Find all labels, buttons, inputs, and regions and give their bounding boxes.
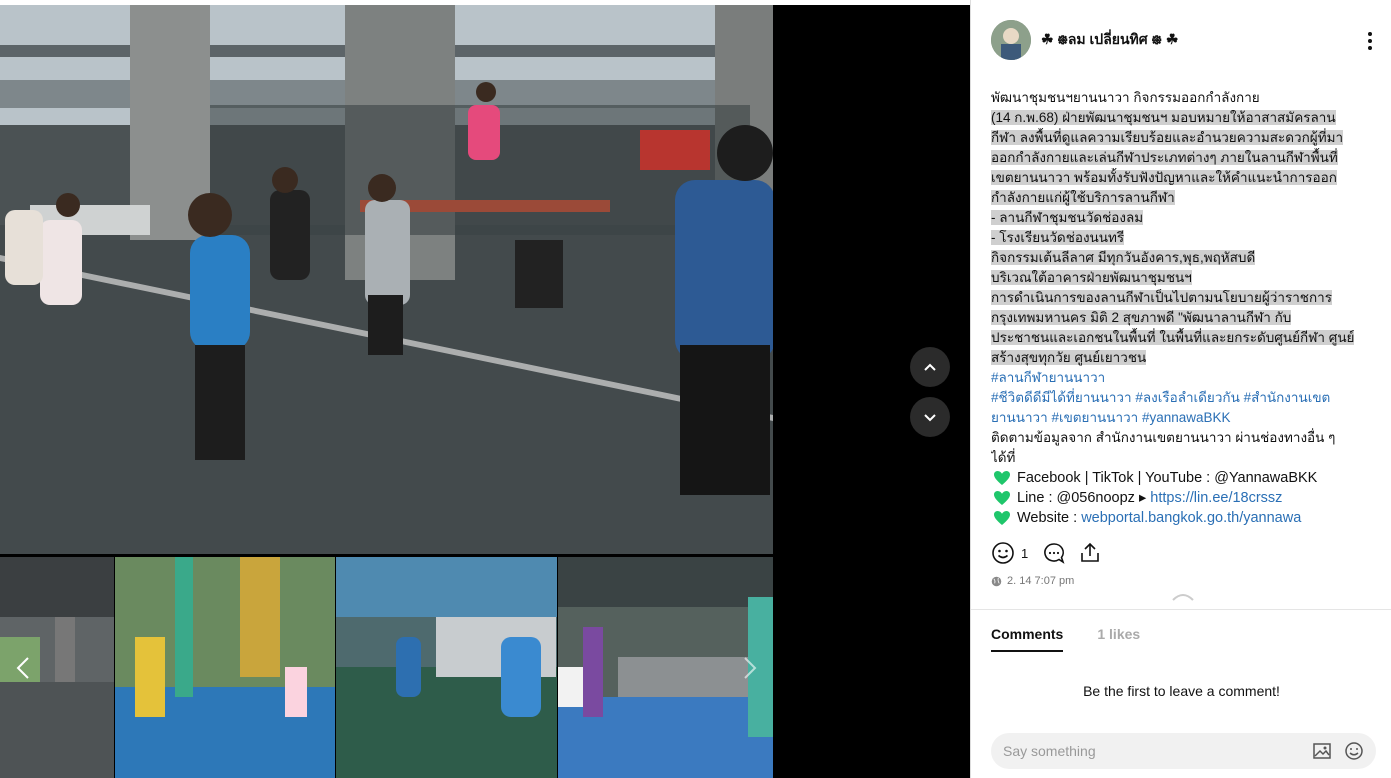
post-line-text: กิจกรรมเต้นลีลาศ มีทุกวันอังคาร,พุธ,พฤหั… — [991, 250, 1256, 265]
comment-tabs: Comments 1 likes — [991, 626, 1174, 652]
chevron-down-icon — [924, 414, 936, 422]
smiley-icon[interactable] — [991, 541, 1015, 565]
green-heart-icon — [994, 491, 1010, 505]
post-line: ออกกำลังกายและเล่นกีฬาประเภทต่างๆ ภายในล… — [991, 148, 1381, 168]
chevron-left-icon — [16, 657, 29, 679]
tab-likes[interactable]: 1 likes — [1097, 626, 1140, 652]
channel-label: Line : @056noopz ▸ — [1017, 490, 1151, 506]
post-line-text: ออกกำลังกายและเล่นกีฬาประเภทต่างๆ ภายในล… — [991, 150, 1338, 165]
collapse-icon[interactable] — [1171, 590, 1195, 602]
post-line: - โรงเรียนวัดช่องนนทรี — [991, 228, 1381, 248]
empty-comments-text: Be the first to leave a comment! — [1083, 683, 1280, 699]
post-line: - ลานกีฬาชุมชนวัดช่องลม — [991, 208, 1381, 228]
main-photo[interactable] — [0, 5, 773, 554]
post-line: (14 ก.พ.68) ฝ่ายพัฒนาชุมชนฯ มอบหมายให้อา… — [991, 108, 1381, 128]
post-timestamp: 2. 14 7:07 pm — [1007, 575, 1075, 587]
post-line-text: กำลังกายแก่ผู้ใช้บริการลานกีฬา — [991, 190, 1175, 205]
thumbnail-2[interactable] — [115, 557, 335, 778]
emoji-icon[interactable] — [1344, 741, 1364, 761]
channel-label: Facebook | TikTok | YouTube : @YannawaBK… — [1017, 470, 1318, 486]
hashtags: #ลานกีฬายานนาวา #ชีวิตดีดีมีได้ที่ยานนาวา… — [991, 368, 1381, 428]
channel-link[interactable]: webportal.bangkok.go.th/yannawa — [1081, 508, 1301, 528]
media-viewer — [0, 0, 970, 778]
author-name[interactable]: ☘ ᪥ลม เปลี่ยนทิศ ᪥ ☘ — [1041, 29, 1178, 52]
post-line-text: การดำเนินการของลานกีฬาเป็นไปตามนโยบายผู้… — [991, 290, 1332, 305]
channel-item: Facebook | TikTok | YouTube : @YannawaBK… — [991, 468, 1381, 488]
post-body: พัฒนาชุมชนฯยานนาวา กิจกรรมออกกำลังกาย (1… — [991, 88, 1381, 528]
thumbnail-strip — [0, 557, 773, 778]
post-line-text: - โรงเรียนวัดช่องนนทรี — [991, 230, 1125, 245]
prev-photo-button[interactable] — [910, 347, 950, 387]
post-line: กิจกรรมเต้นลีลาศ มีทุกวันอังคาร,พุธ,พฤหั… — [991, 248, 1381, 268]
channel-item: Website : webportal.bangkok.go.th/yannaw… — [991, 508, 1381, 528]
avatar[interactable] — [991, 20, 1031, 60]
post-line: บริเวณใต้อาคารฝ่ายพัฒนาชุมชนฯ — [991, 268, 1381, 288]
post-line-text: - ลานกีฬาชุมชนวัดช่องลม — [991, 210, 1144, 225]
post-line: พัฒนาชุมชนฯยานนาวา กิจกรรมออกกำลังกาย — [991, 88, 1381, 108]
post-line: กำลังกายแก่ผู้ใช้บริการลานกีฬา — [991, 188, 1381, 208]
hashtag-line[interactable]: #ลานกีฬายานนาวา — [991, 368, 1381, 388]
comment-icon[interactable] — [1042, 541, 1066, 565]
post-line: สร้างสุขทุกวัย ศูนย์เยาวชน — [991, 348, 1381, 368]
strip-next-button[interactable] — [735, 650, 765, 686]
action-bar: 1 — [991, 541, 1102, 565]
post-line: เขตยานนาวา พร้อมทั้งรับฟังปัญหาและให้คำแ… — [991, 168, 1381, 188]
post-line-text: บริเวณใต้อาคารฝ่ายพัฒนาชุมชนฯ — [991, 270, 1192, 285]
post-panel: ☘ ᪥ลม เปลี่ยนทิศ ᪥ ☘ พัฒนาชุมชนฯยานนาวา … — [970, 0, 1391, 778]
channel-list: Facebook | TikTok | YouTube : @YannawaBK… — [991, 468, 1381, 528]
post-line-text: พัฒนาชุมชนฯยานนาวา กิจกรรมออกกำลังกาย — [991, 90, 1260, 105]
post-line: กีฬา ลงพื้นที่ดูแลความเรียบร้อยและอำนวยค… — [991, 128, 1381, 148]
channel-item: Line : @056noopz ▸ https://lin.ee/18crss… — [991, 488, 1381, 508]
post-line: ประชาชนและเอกชนในพื้นที่ ในพื้นที่และยกร… — [991, 328, 1381, 348]
post-line-text: ประชาชนและเอกชนในพื้นที่ ในพื้นที่และยกร… — [991, 330, 1355, 345]
green-heart-icon — [994, 471, 1010, 485]
post-line-text: สร้างสุขทุกวัย ศูนย์เยาวชน — [991, 350, 1147, 365]
image-icon[interactable] — [1312, 741, 1332, 761]
post-line-text: (14 ก.พ.68) ฝ่ายพัฒนาชุมชนฯ มอบหมายให้อา… — [991, 110, 1336, 125]
follow-text: ติดตามข้อมูลจาก สำนักงานเขตยานนาวา ผ่านช… — [991, 428, 1381, 468]
channel-link[interactable]: https://lin.ee/18crssz — [1150, 488, 1282, 508]
author-header: ☘ ᪥ลม เปลี่ยนทิศ ᪥ ☘ — [991, 20, 1178, 60]
thumbnail-3[interactable] — [336, 557, 557, 778]
post-line-text: กรุงเทพมหานคร มิติ 2 สุขภาพดี "พัฒนาลานก… — [991, 310, 1292, 325]
post-meta: 2. 14 7:07 pm — [991, 575, 1074, 587]
strip-prev-button[interactable] — [8, 650, 38, 686]
comment-input[interactable] — [1003, 743, 1300, 759]
post-line-text: เขตยานนาวา พร้อมทั้งรับฟังปัญหาและให้คำแ… — [991, 170, 1337, 185]
post-line-text: กีฬา ลงพื้นที่ดูแลความเรียบร้อยและอำนวยค… — [991, 130, 1344, 145]
post-text: พัฒนาชุมชนฯยานนาวา กิจกรรมออกกำลังกาย (1… — [991, 88, 1381, 368]
globe-icon — [991, 576, 1002, 586]
follow-line: ติดตามข้อมูลจาก สำนักงานเขตยานนาวา ผ่านช… — [991, 430, 1336, 445]
green-heart-icon — [994, 511, 1010, 525]
next-photo-button[interactable] — [910, 397, 950, 437]
hashtag-line[interactable]: #ชีวิตดีดีมีได้ที่ยานนาวา #ลงเรือลำเดียว… — [991, 388, 1381, 408]
channel-label: Website : — [1017, 510, 1082, 526]
chevron-up-icon — [924, 363, 936, 371]
share-icon[interactable] — [1078, 541, 1102, 565]
more-button[interactable] — [1363, 28, 1377, 54]
post-line: การดำเนินการของลานกีฬาเป็นไปตามนโยบายผู้… — [991, 288, 1381, 308]
reaction-count: 1 — [1021, 545, 1029, 561]
chevron-right-icon — [744, 657, 757, 679]
hashtag-line[interactable]: ยานนาวา #เขตยานนาวา #yannawaBKK — [991, 408, 1381, 428]
tab-comments[interactable]: Comments — [991, 626, 1064, 652]
post-line: กรุงเทพมหานคร มิติ 2 สุขภาพดี "พัฒนาลานก… — [991, 308, 1381, 328]
follow-line: ได้ที่ — [991, 450, 1016, 465]
divider — [971, 609, 1391, 610]
more-vertical-icon — [1368, 32, 1372, 50]
comment-composer — [991, 733, 1376, 769]
